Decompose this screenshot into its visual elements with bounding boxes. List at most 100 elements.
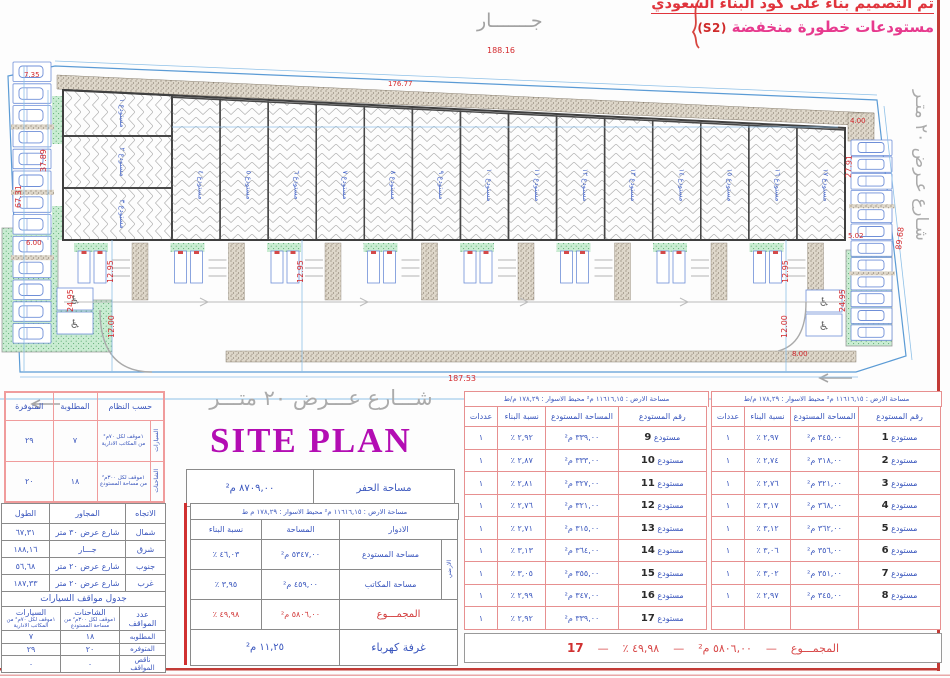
warehouse-unit [701, 123, 749, 240]
summary-count: 17 [567, 641, 584, 655]
dock-marker [773, 251, 778, 254]
unit-count: ١ [712, 449, 745, 472]
building-ratio: ٢,٨١ ٪ [498, 472, 546, 495]
building-ratio: ٣,١٧ ٪ [745, 494, 791, 517]
dock-marker [178, 251, 183, 254]
required-count: ٧ [53, 420, 97, 461]
direction-row: شمالشارع عرض ٣٠ متر٦٧,٣١ [2, 524, 166, 541]
dock-marker [98, 251, 103, 254]
area-name: مساحة المكاتب [340, 570, 442, 600]
truck-dock-stall [770, 251, 782, 283]
warehouse-area: ٣٢١,٠٠ م² [546, 494, 618, 517]
warehouse-area: ٣٦٨,٠٠ م² [791, 494, 859, 517]
warehouse-unit [412, 109, 460, 240]
warehouse-row: مستودع 13٣١٥,٠٠ م²٢,٧١ ٪١ [465, 517, 707, 540]
car-count: ٧ [2, 631, 61, 644]
building-ratio: ٢,٧٦ ٪ [498, 494, 546, 517]
wall-column [325, 243, 341, 300]
warehouses-right-caption: مساحة الارض : ١١٦١٦,١٥ م² محيط الاسوار :… [711, 391, 942, 407]
warehouse-area: ٣١٨,٠٠ م² [791, 449, 859, 472]
empty-cell [791, 607, 859, 630]
car-count: ٢٩ [2, 643, 61, 656]
parking-row: المطلوبه١٨٧ [2, 631, 166, 644]
dock-marker [194, 251, 199, 254]
warehouse-area: ٣٣٣,٠٠ م² [546, 449, 618, 472]
excavation-table: مساحة الحفر ٨٧٠٩,٠٠ م² [186, 469, 455, 507]
warehouse-row: مستودع 5٣٦٢,٠٠ م²٣,١٢ ٪١ [712, 517, 941, 540]
warehouse-unit-label: مستودع ١٣ [629, 169, 637, 202]
empty-cell [745, 607, 791, 630]
summary-label: المجمـــوع [791, 642, 839, 655]
warehouses-right-table: رقم المستودع المساحة المستودع نسبة البنا… [711, 406, 941, 630]
warehouse-number: مستودع 4 [859, 494, 941, 517]
warehouse-number: مستودع 5 [859, 517, 941, 540]
dim-corner-right: 24.95 [838, 289, 847, 312]
truck-dock-stall [754, 251, 766, 283]
warehouse-unit-label: مستودع ١٥ [725, 169, 733, 202]
warehouse-row: مستودع 9٣٣٩,٠٠ م²٢,٩٢ ٪١ [465, 427, 707, 450]
dock-marker [387, 251, 392, 254]
col-header: نسبة البناء [745, 407, 791, 427]
empty-cell [859, 607, 941, 630]
col-header: الادوار [340, 520, 458, 540]
warehouse-row: مستودع 3٣٢١,٠٠ م²٢,٧٦ ٪١ [712, 472, 941, 495]
unit-count: ١ [465, 584, 498, 607]
warehouse-unit-label: مستودع ١٢ [581, 169, 589, 202]
warehouse-area: ٣٢١,٠٠ م² [791, 472, 859, 495]
warehouse-unit-label: مستودع ٥ [245, 170, 253, 199]
warehouse-number: مستودع 9 [618, 427, 706, 450]
dim-left-total: 67.31 [14, 185, 23, 208]
warehouse-area: ٣٥٥,٠٠ م² [546, 562, 618, 585]
warehouse-row: مستودع 11٣٢٧,٠٠ م²٢,٨١ ٪١ [465, 472, 707, 495]
direction-name: جنوب [126, 558, 166, 575]
building-ratio: ٢,٩٢ ٪ [498, 427, 546, 450]
unit-count: ١ [465, 427, 498, 450]
warehouse-unit [172, 97, 220, 240]
warehouse-unit [605, 118, 653, 240]
warehouse-area: ٣٣٩,٠٠ م² [546, 427, 618, 450]
available-count: ٢٩ [5, 420, 53, 461]
dock-marker [564, 251, 569, 254]
truck-count: ١٨ [61, 631, 120, 644]
col-header: رقم المستودع [859, 407, 941, 427]
dim-corner-left: 24.95 [66, 289, 75, 312]
warehouse-area: ٣٦٢,٠٠ م² [791, 517, 859, 540]
dock-marker [580, 251, 585, 254]
row-label: ناقص المواقف [120, 656, 166, 673]
dock-marker [468, 251, 473, 254]
area-value: ٥٣٤٧,٠٠ م² [262, 540, 340, 570]
col-header: عددات [465, 407, 498, 427]
perimeter-wall [226, 351, 856, 362]
total-row: المجمـــوع٥٨٠٦,٠٠ م²٤٩,٩٨ ٪ [191, 600, 458, 630]
warehouse-area: ٣٦٤,٠٠ م² [546, 539, 618, 562]
total-ratio: ٤٩,٩٨ ٪ [191, 600, 262, 630]
warehouse-number: مستودع 17 [618, 607, 706, 630]
dock-marker [82, 251, 87, 254]
electric-room-row: غرفة كهرباء١١,٢٥ م² [191, 630, 458, 666]
building-ratio: ٢,٩٩ ٪ [498, 584, 546, 607]
truck-dock-stall [175, 251, 187, 283]
col-header: نسبة البناء [498, 407, 546, 427]
wall-column [229, 243, 245, 300]
wall-column [518, 243, 534, 300]
vehicle-type-label: الشاحنات [150, 461, 164, 502]
directions-table: الاتجاه المجاور الطول شمالشارع عرض ٣٠ مت… [1, 503, 166, 592]
warehouse-number: مستودع 1 [859, 427, 941, 450]
wall-band [11, 255, 54, 260]
neighbor-label: جـــــــار [477, 10, 543, 32]
length-value: ٥٦,٦٨ [2, 558, 50, 575]
dim-bay-width: 12.95 [781, 260, 790, 283]
landscape-area [52, 206, 62, 240]
building-ratio: ٣,٠٥ ٪ [498, 562, 546, 585]
area-row: الارضيمساحة المستودع٥٣٤٧,٠٠ م²٤٦,٠٣ ٪ [191, 540, 458, 570]
warehouse-row: مستودع 14٣٦٤,٠٠ م²٣,١٣ ٪١ [465, 539, 707, 562]
wall-band [849, 271, 895, 275]
parking-row: ناقص المواقف٠٠ [2, 656, 166, 673]
truck-dock-stall [271, 251, 283, 283]
warehouse-row [712, 607, 941, 630]
warehouse-row: مستودع 15٣٥٥,٠٠ م²٣,٠٥ ٪١ [465, 562, 707, 585]
wheelchair-icon: ♿ [819, 319, 830, 333]
truck-dock-stall [673, 251, 685, 283]
street-arrow [820, 374, 852, 382]
building-ratio: ٢,٨٧ ٪ [498, 449, 546, 472]
